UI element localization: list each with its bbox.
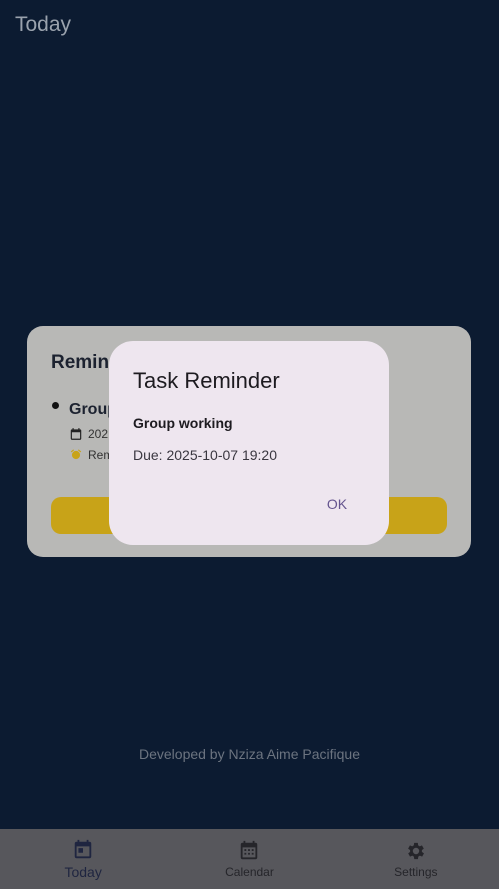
nav-item-settings[interactable]: Settings	[333, 829, 499, 889]
task-reminder-row: Rem	[69, 448, 113, 462]
dialog-task-name: Group working	[133, 415, 233, 431]
task-date: 202	[88, 427, 109, 441]
task-date-row: 202	[69, 427, 108, 441]
nav-item-today[interactable]: Today	[0, 829, 166, 889]
calendar-month-icon	[241, 840, 258, 859]
nav-label-calendar: Calendar	[225, 864, 274, 879]
dialog-title: Task Reminder	[133, 368, 280, 393]
ok-button[interactable]: OK	[316, 489, 358, 519]
nav-label-today: Today	[64, 863, 102, 880]
bottom-navigation: Today Calendar Settings	[0, 829, 499, 889]
developer-credit: Developed by Nziza Aime Pacifique	[138, 746, 360, 762]
nav-item-calendar[interactable]: Calendar	[166, 829, 332, 889]
gear-icon	[407, 842, 424, 859]
calendar-today-icon	[74, 839, 92, 858]
task-reminder-dialog: Task Reminder Group working Due: 2025-10…	[109, 341, 389, 545]
dialog-due-date: Due: 2025-10-07 19:20	[133, 447, 277, 463]
alarm-icon	[70, 449, 82, 460]
calendar-icon	[70, 428, 82, 440]
page-title: Today	[15, 13, 72, 36]
bullet-icon	[52, 402, 59, 409]
nav-label-settings: Settings	[394, 864, 438, 879]
